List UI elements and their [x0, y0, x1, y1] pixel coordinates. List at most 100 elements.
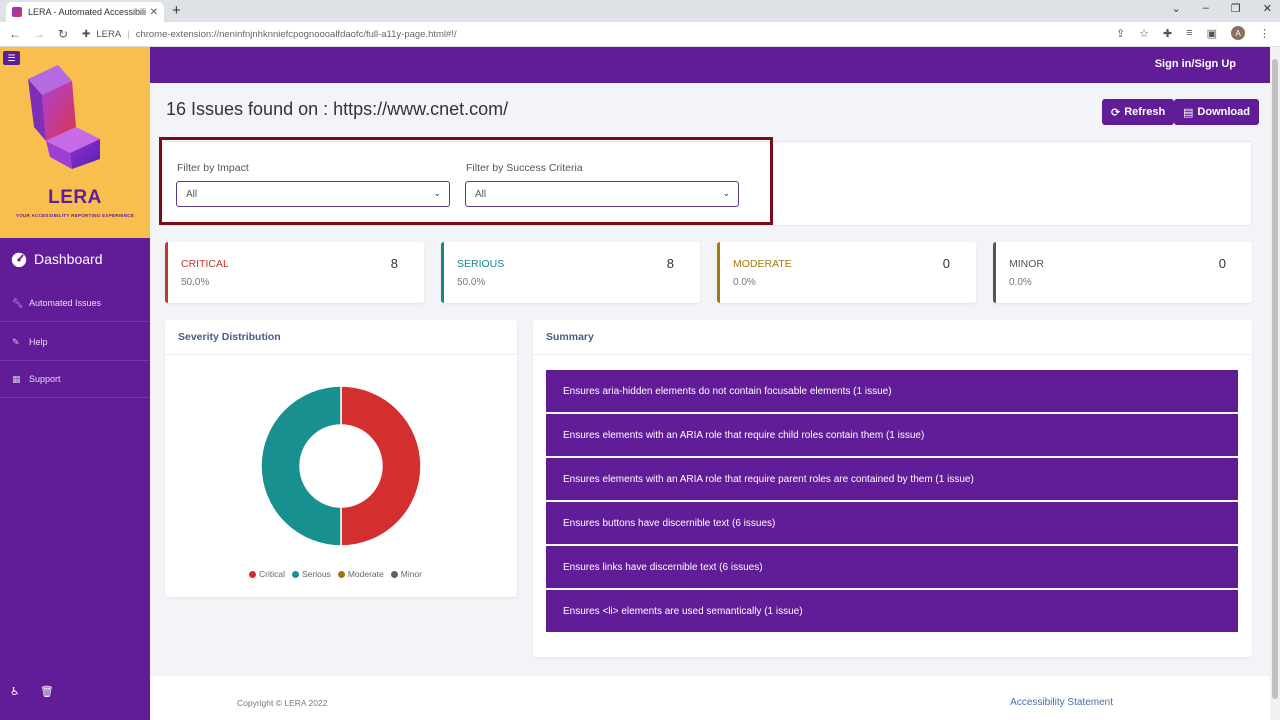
scrollbar-thumb[interactable]	[1272, 59, 1278, 699]
legend-item-serious[interactable]: Serious	[291, 569, 331, 579]
accessibility-person-icon[interactable]: ♿︎	[10, 685, 20, 698]
summary-item[interactable]: Ensures links have discernible text (6 i…	[546, 546, 1238, 588]
legend-dot	[390, 570, 398, 578]
sidebar-item-dashboard[interactable]: Dashboard	[10, 250, 103, 268]
page-title: 16 Issues found on : https://www.cnet.co…	[166, 99, 509, 119]
legend-item-moderate[interactable]: Moderate	[337, 569, 384, 579]
legend-label: Minor	[400, 569, 422, 579]
tab-close-icon[interactable]: ✕	[150, 7, 158, 18]
sidebar: ☰ LERA YOUR ACCESSIBILITY REPORTING EXPE…	[0, 47, 150, 720]
card-label: CRITICAL	[181, 258, 229, 270]
accessibility-statement-link[interactable]: Accessibility Statement	[1010, 697, 1113, 708]
extension-puzzle-icon: ✚	[82, 28, 91, 40]
severity-donut-chart	[260, 385, 422, 547]
sidebar-item-support[interactable]: ▦ Support	[0, 361, 150, 398]
side-panel-icon[interactable]: ▣	[1207, 27, 1217, 40]
chevron-down-icon: ⌄	[722, 188, 730, 198]
summary-panel: Summary Ensures aria-hidden elements do …	[533, 320, 1252, 657]
dashboard-gauge-icon	[11, 252, 27, 268]
summary-item[interactable]: Ensures aria-hidden elements do not cont…	[546, 370, 1238, 412]
tab-title: LERA - Automated Accessibility T	[28, 7, 146, 17]
legend-label: Serious	[301, 569, 331, 579]
dashboard-label: Dashboard	[34, 251, 103, 267]
severity-panel-title: Severity Distribution	[165, 320, 517, 355]
address-bar: ← → ↻ ✚ LERA | chrome-extension://neninf…	[0, 22, 1280, 47]
card-label: MINOR	[1009, 258, 1044, 270]
sidebar-item-automated-issues[interactable]: 🔧︎ Automated Issues	[0, 285, 150, 322]
filter-criteria-value: All	[475, 188, 487, 200]
filter-criteria-select[interactable]: All ⌄	[465, 181, 739, 207]
donut-slice-critical[interactable]	[340, 385, 422, 547]
forward-arrow-icon[interactable]: →	[30, 27, 48, 41]
sidebar-footer: ♿︎ 🗑︎	[10, 685, 54, 698]
sidebar-item-label: Help	[29, 337, 48, 347]
reading-list-icon[interactable]: ≡	[1186, 27, 1192, 39]
card-count: 0	[942, 256, 950, 271]
minimize-icon[interactable]: –	[1203, 2, 1209, 15]
brand-area: ☰ LERA YOUR ACCESSIBILITY REPORTING EXPE…	[0, 47, 150, 238]
legend-label: Moderate	[347, 569, 384, 579]
extensions-icon[interactable]: ✚	[1163, 27, 1172, 40]
back-arrow-icon[interactable]: ←	[6, 27, 24, 41]
chevron-down-icon[interactable]: ⌄	[1172, 2, 1181, 15]
summary-item[interactable]: Ensures elements with an ARIA role that …	[546, 458, 1238, 500]
window-controls: ⌄ – ❐ ✕	[1172, 2, 1272, 15]
brand-tagline: YOUR ACCESSIBILITY REPORTING EXPERIENCE	[15, 213, 135, 218]
moderate-card[interactable]: MODERATE 0 0.0%	[717, 242, 976, 303]
copyright-text: Copyright © LERA 2022	[237, 698, 328, 708]
top-bar: Sign in/Sign Up	[150, 47, 1270, 83]
signin-link[interactable]: Sign in/Sign Up	[1155, 58, 1236, 70]
profile-avatar[interactable]: A	[1231, 26, 1245, 40]
summary-item[interactable]: Ensures <li> elements are used semantica…	[546, 590, 1238, 632]
card-percent: 50.0%	[181, 277, 210, 288]
serious-card[interactable]: SERIOUS 8 50.0%	[441, 242, 700, 303]
legend-dot	[337, 570, 345, 578]
menu-toggle-button[interactable]: ☰	[3, 51, 20, 65]
minor-card[interactable]: MINOR 0 0.0%	[993, 242, 1252, 303]
legend-item-minor[interactable]: Minor	[390, 569, 422, 579]
critical-card[interactable]: CRITICAL 8 50.0%	[165, 242, 424, 303]
star-icon[interactable]: ☆	[1139, 27, 1149, 40]
restore-icon[interactable]: ❐	[1231, 2, 1241, 15]
legend-dot	[291, 570, 299, 578]
filter-impact-select[interactable]: All ⌄	[176, 181, 450, 207]
share-icon[interactable]: ⇪	[1116, 27, 1125, 40]
sidebar-item-help[interactable]: ✎ Help	[0, 324, 150, 361]
filter-impact-label: Filter by Impact	[177, 162, 249, 174]
page-scrollbar[interactable]	[1270, 47, 1280, 720]
download-button[interactable]: ▤ Download	[1174, 99, 1259, 125]
legend-item-critical[interactable]: Critical	[249, 569, 285, 579]
wrench-icon: 🔧︎	[12, 297, 24, 308]
sidebar-item-label: Automated Issues	[29, 298, 102, 308]
chevron-down-icon: ⌄	[433, 188, 441, 198]
url-separator: |	[127, 28, 130, 40]
card-percent: 50.0%	[457, 277, 486, 288]
file-download-icon: ▤	[1183, 106, 1194, 119]
table-icon: ▦	[12, 373, 21, 384]
summary-panel-title: Summary	[533, 320, 1252, 355]
url-text: chrome-extension://neninfnjnhknniefcpogn…	[135, 28, 457, 40]
summary-item[interactable]: Ensures buttons have discernible text (6…	[546, 502, 1238, 544]
trash-icon[interactable]: 🗑︎	[40, 685, 54, 698]
donut-slice-serious[interactable]	[260, 385, 342, 547]
card-percent: 0.0%	[733, 277, 756, 288]
lera-favicon-icon	[12, 7, 22, 17]
legend-label: Critical	[259, 569, 285, 579]
card-label: MODERATE	[733, 258, 792, 270]
card-percent: 0.0%	[1009, 277, 1032, 288]
browser-tab-bar: LERA - Automated Accessibility T ✕ + ⌄ –…	[0, 0, 1280, 22]
url-field[interactable]: ✚ LERA | chrome-extension://neninfnjnhkn…	[82, 29, 457, 40]
sidebar-item-label: Support	[29, 374, 61, 384]
refresh-label: Refresh	[1124, 106, 1166, 118]
close-window-icon[interactable]: ✕	[1263, 2, 1272, 15]
filter-criteria-label: Filter by Success Criteria	[466, 162, 583, 174]
refresh-button[interactable]: ⟳ Refresh	[1102, 99, 1175, 125]
more-menu-icon[interactable]: ⋮	[1259, 27, 1270, 40]
page-footer: Copyright © LERA 2022 Accessibility Stat…	[150, 676, 1270, 720]
new-tab-button[interactable]: +	[172, 2, 181, 19]
card-label: SERIOUS	[457, 258, 505, 270]
summary-item[interactable]: Ensures elements with an ARIA role that …	[546, 414, 1238, 456]
reload-icon[interactable]: ↻	[54, 27, 72, 41]
download-label: Download	[1197, 106, 1250, 118]
browser-tab[interactable]: LERA - Automated Accessibility T ✕	[6, 2, 164, 22]
